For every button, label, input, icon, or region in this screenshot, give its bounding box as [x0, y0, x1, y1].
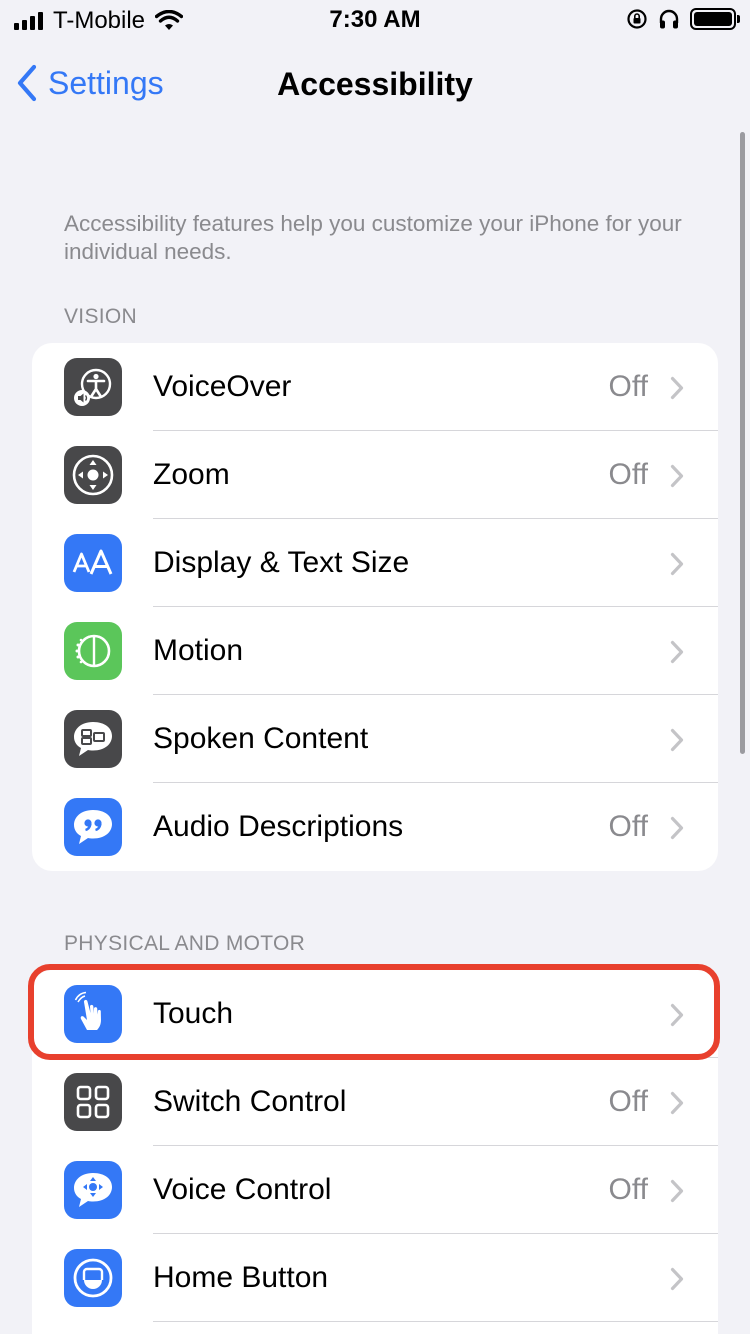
- home-button-icon: [64, 1249, 122, 1307]
- row-label: Display & Text Size: [153, 546, 410, 579]
- chevron-right-icon: [670, 1091, 684, 1115]
- row-display-text-size[interactable]: Display & Text Size: [32, 519, 718, 607]
- motion-icon: [64, 622, 122, 680]
- row-label: Motion: [153, 634, 244, 667]
- scrollbar[interactable]: [740, 132, 745, 754]
- row-touch[interactable]: Touch: [32, 970, 718, 1058]
- row-separator: [153, 1321, 718, 1322]
- row-label: Voice Control: [153, 1173, 332, 1206]
- row-label: Audio Descriptions: [153, 810, 404, 843]
- row-audio-descriptions[interactable]: Audio Descriptions Off: [32, 783, 718, 871]
- headphones-icon: [659, 9, 679, 29]
- orientation-lock-icon: [627, 9, 647, 29]
- touch-hand-icon: [64, 985, 122, 1043]
- physical-motor-group: Touch Switch Control Off Voice Control O…: [32, 970, 718, 1334]
- navigation-bar: Settings Accessibility: [0, 58, 750, 112]
- row-label: VoiceOver: [153, 370, 292, 403]
- row-value: Off: [608, 458, 648, 491]
- row-label: Switch Control: [153, 1085, 347, 1118]
- chevron-right-icon: [670, 376, 684, 400]
- zoom-icon: [64, 446, 122, 504]
- chevron-right-icon: [670, 1267, 684, 1291]
- row-label: Spoken Content: [153, 722, 369, 755]
- display-text-size-icon: [64, 534, 122, 592]
- section-header-physical-motor: PHYSICAL AND MOTOR: [64, 932, 306, 955]
- row-home-button[interactable]: Home Button: [32, 1234, 718, 1322]
- row-voice-control[interactable]: Voice Control Off: [32, 1146, 718, 1234]
- intro-text: Accessibility features help you customiz…: [64, 211, 682, 264]
- chevron-right-icon: [670, 552, 684, 576]
- section-header-vision: VISION: [64, 305, 137, 328]
- row-value: Off: [608, 1173, 648, 1206]
- row-label: Zoom: [153, 458, 230, 491]
- voiceover-icon: [64, 358, 122, 416]
- audio-descriptions-icon: [64, 798, 122, 856]
- row-label: Home Button: [153, 1261, 329, 1294]
- chevron-right-icon: [670, 728, 684, 752]
- status-bar: T-Mobile 7:30 AM: [0, 0, 750, 40]
- chevron-right-icon: [670, 464, 684, 488]
- row-switch-control[interactable]: Switch Control Off: [32, 1058, 718, 1146]
- page-title: Accessibility: [277, 66, 473, 102]
- row-zoom[interactable]: Zoom Off: [32, 431, 718, 519]
- spoken-content-icon: [64, 710, 122, 768]
- voice-control-icon: [64, 1161, 122, 1219]
- row-value: Off: [608, 810, 648, 843]
- row-value: Off: [608, 1085, 648, 1118]
- chevron-right-icon: [670, 1003, 684, 1027]
- row-value: Off: [608, 370, 648, 403]
- vision-group: VoiceOver Off Zoom Off Display & Text Si…: [32, 343, 718, 871]
- row-motion[interactable]: Motion: [32, 607, 718, 695]
- row-voiceover[interactable]: VoiceOver Off: [32, 343, 718, 431]
- switch-control-icon: [64, 1073, 122, 1131]
- chevron-right-icon: [670, 1179, 684, 1203]
- row-spoken-content[interactable]: Spoken Content: [32, 695, 718, 783]
- chevron-right-icon: [670, 816, 684, 840]
- battery-icon: [690, 8, 740, 30]
- chevron-right-icon: [670, 640, 684, 664]
- row-label: Touch: [153, 997, 234, 1030]
